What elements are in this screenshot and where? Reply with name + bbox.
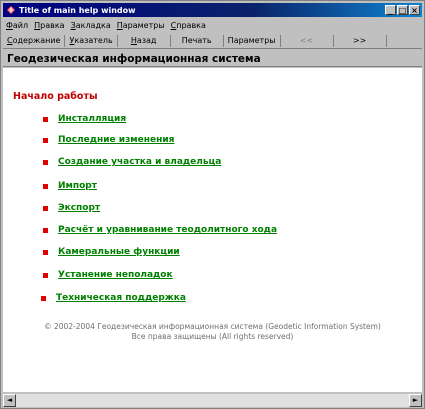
- list-item: Последние изменения: [43, 135, 174, 145]
- next-topic-button[interactable]: >>: [334, 34, 387, 47]
- list-item: Создание участка и владельца: [43, 157, 221, 167]
- horizontal-scrollbar[interactable]: ◄ ►: [3, 394, 422, 407]
- link-office-functions[interactable]: Камеральные функции: [58, 247, 180, 257]
- minimize-button[interactable]: _: [385, 5, 396, 15]
- rights-line: Все права защищены (All rights reserved): [131, 332, 294, 341]
- menu-edit[interactable]: Правка: [34, 21, 64, 30]
- bullet-icon: [43, 272, 48, 278]
- bullet-icon: [43, 227, 48, 233]
- link-installation[interactable]: Инсталляция: [58, 114, 126, 124]
- title-bar[interactable]: Title of main help window _ □ ×: [3, 3, 422, 17]
- section-heading: Начало работы: [13, 91, 98, 102]
- help-app-icon: [6, 5, 16, 15]
- menu-bar: Файл Правка Закладка Параметры Справка: [3, 19, 422, 32]
- contents-button[interactable]: Содержание: [3, 34, 66, 47]
- menu-help[interactable]: Справка: [171, 21, 206, 30]
- link-traverse-calc[interactable]: Расчёт и уравнивание теодолитного хода: [58, 225, 277, 235]
- list-item: Расчёт и уравнивание теодолитного хода: [43, 225, 277, 235]
- maximize-button[interactable]: □: [397, 5, 408, 15]
- menu-bookmark[interactable]: Закладка: [71, 21, 111, 30]
- bullet-icon: [43, 116, 48, 122]
- list-item: Камеральные функции: [43, 247, 180, 257]
- print-button[interactable]: Печать: [171, 34, 224, 47]
- window-title: Title of main help window: [19, 5, 136, 15]
- link-export[interactable]: Экспорт: [58, 203, 100, 213]
- copyright-footer: © 2002-2004 Геодезическая информационная…: [3, 322, 422, 342]
- options-button[interactable]: Параметры: [224, 34, 281, 47]
- link-tech-support[interactable]: Техническая поддержка: [56, 293, 186, 303]
- help-content: Начало работы Инсталляция Последние изме…: [3, 68, 422, 392]
- scroll-left-icon[interactable]: ◄: [3, 394, 16, 407]
- link-import[interactable]: Импорт: [58, 181, 97, 191]
- help-window: Title of main help window _ □ × Файл Пра…: [0, 0, 425, 409]
- list-item: Инсталляция: [43, 114, 126, 124]
- prev-topic-button[interactable]: <<: [281, 34, 334, 47]
- list-item: Устанение неполадок: [43, 270, 173, 280]
- link-create-plot[interactable]: Создание участка и владельца: [58, 157, 221, 167]
- index-button[interactable]: Указатель: [65, 34, 118, 47]
- menu-file[interactable]: Файл: [6, 21, 28, 30]
- link-troubleshooting[interactable]: Устанение неполадок: [58, 270, 173, 280]
- link-recent-changes[interactable]: Последние изменения: [58, 135, 174, 145]
- list-item: Техническая поддержка: [41, 293, 186, 303]
- back-button[interactable]: Назад: [118, 34, 171, 47]
- toolbar: Содержание Указатель Назад Печать Параме…: [3, 33, 422, 49]
- close-button[interactable]: ×: [409, 5, 420, 15]
- bullet-icon: [43, 183, 48, 189]
- bullet-icon: [43, 159, 48, 165]
- menu-options[interactable]: Параметры: [117, 21, 165, 30]
- list-item: Экспорт: [43, 203, 100, 213]
- bullet-icon: [41, 295, 46, 301]
- topic-title: Геодезическая информационная система: [3, 51, 422, 67]
- bullet-icon: [43, 249, 48, 255]
- list-item: Импорт: [43, 181, 97, 191]
- bullet-icon: [43, 205, 48, 211]
- copyright-line: © 2002-2004 Геодезическая информационная…: [44, 322, 381, 331]
- scroll-right-icon[interactable]: ►: [409, 394, 422, 407]
- bullet-icon: [43, 137, 48, 143]
